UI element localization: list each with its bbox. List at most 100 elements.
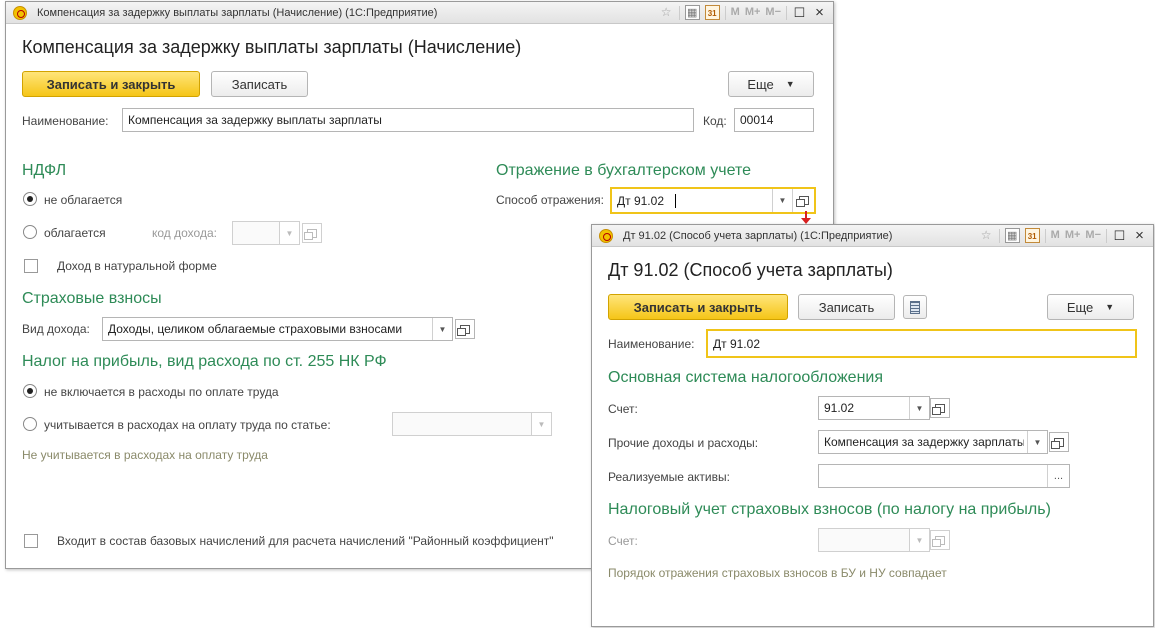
method-open-button[interactable] (792, 189, 814, 212)
chevron-down-icon[interactable]: ▼ (909, 397, 929, 419)
page-title: Компенсация за задержку выплаты зарплаты… (22, 37, 522, 57)
chevron-down-icon[interactable]: ▼ (909, 529, 929, 551)
income-type-field[interactable]: Доходы, целиком облагаемые страховыми вз… (102, 317, 453, 341)
main-tax-heading: Основная система налогообложения (608, 369, 883, 386)
separator (1106, 228, 1107, 243)
popup-titlebar-icons: ☆ ▦ 31 M M+ M− ☐ × (979, 228, 1147, 243)
method-field[interactable]: Дт 91.02 ▼ (610, 187, 816, 214)
chevron-down-icon: ▼ (1105, 302, 1115, 312)
maximize-icon[interactable]: ☐ (1112, 228, 1127, 243)
save-button[interactable]: Записать (211, 71, 308, 97)
save-and-close-button[interactable]: Записать и закрыть (22, 71, 200, 97)
chevron-down-icon[interactable]: ▼ (531, 413, 551, 435)
memory-minus-icon[interactable]: M− (765, 5, 781, 20)
maximize-icon[interactable]: ☐ (792, 5, 807, 20)
not-included-label: не включается в расходы по оплате труда (44, 385, 279, 399)
not-included-radio[interactable] (23, 384, 37, 398)
main-window-title: Компенсация за задержку выплаты зарплаты… (37, 6, 438, 19)
method-value: Дт 91.02 (617, 193, 664, 208)
base-accruals-label: Входит в состав базовых начислений для р… (57, 534, 554, 548)
main-titlebar-icons: ☆ ▦ 31 M M+ M− ☐ × (659, 5, 827, 20)
insurance-account-label: Счет: (608, 534, 638, 548)
popup-save-and-close-button[interactable]: Записать и закрыть (608, 294, 788, 320)
other-income-field[interactable]: Компенсация за задержку зарплаты ▼ (818, 430, 1048, 454)
memory-icon[interactable]: M (731, 5, 740, 20)
open-icon (304, 228, 317, 240)
popup-save-button[interactable]: Записать (798, 294, 895, 320)
other-income-value: Компенсация за задержку зарплаты (824, 435, 1024, 449)
popup-more-label: Еще (1066, 299, 1094, 315)
income-code-field[interactable]: ▼ (232, 221, 300, 245)
memory-icon[interactable]: M (1051, 228, 1060, 243)
list-icon[interactable] (903, 295, 927, 319)
close-icon[interactable]: × (1132, 228, 1147, 243)
red-arrow-icon (801, 211, 811, 225)
account-value: 91.02 (824, 401, 855, 415)
chevron-down-icon[interactable]: ▼ (432, 318, 452, 340)
chevron-down-icon[interactable]: ▼ (772, 189, 792, 212)
account-field[interactable]: 91.02 ▼ (818, 396, 930, 420)
natural-form-label: Доход в натуральной форме (57, 259, 217, 273)
1c-logo-icon (13, 5, 27, 20)
favorite-icon[interactable]: ☆ (979, 228, 994, 243)
insurance-note: Порядок отражения страховых взносов в БУ… (608, 566, 947, 580)
profit-tax-note: Не учитывается в расходах на оплату труд… (22, 448, 268, 462)
ndfl-not-taxed-label: не облагается (44, 193, 123, 207)
popup-window: Дт 91.02 (Способ учета зарплаты) (1С:Пре… (591, 224, 1154, 627)
assets-field[interactable]: ... (818, 464, 1070, 488)
code-field[interactable]: 00014 (734, 108, 814, 132)
income-type-label: Вид дохода: (22, 322, 90, 336)
ndfl-heading: НДФЛ (22, 162, 67, 179)
base-accruals-checkbox[interactable] (24, 534, 38, 548)
popup-name-field[interactable]: Дт 91.02 (706, 329, 1137, 358)
1c-logo-icon (599, 228, 613, 243)
code-label: Код: (703, 114, 727, 128)
close-icon[interactable]: × (812, 5, 827, 20)
popup-name-label: Наименование: (608, 337, 695, 351)
included-label: учитывается в расходах на оплату труда п… (44, 418, 331, 432)
popup-page-title: Дт 91.02 (Способ учета зарплаты) (608, 260, 893, 280)
profit-tax-heading: Налог на прибыль, вид расхода по ст. 255… (22, 353, 387, 370)
insurance-account-open-button[interactable] (930, 530, 950, 550)
separator (678, 5, 680, 20)
open-icon (1051, 437, 1064, 449)
select-ellipsis-button[interactable]: ... (1047, 465, 1069, 487)
open-icon (932, 535, 945, 547)
calendar-icon[interactable]: 31 (704, 5, 720, 20)
open-icon (795, 196, 809, 207)
more-label: Еще (747, 76, 774, 92)
insurance-tax-heading: Налоговый учет страховых взносов (по нал… (608, 501, 1051, 518)
natural-form-checkbox[interactable] (24, 259, 38, 273)
memory-minus-icon[interactable]: M− (1085, 228, 1101, 243)
calculator-icon[interactable]: ▦ (684, 5, 700, 20)
other-income-open-button[interactable] (1049, 432, 1069, 452)
memory-plus-icon[interactable]: M+ (1065, 228, 1081, 243)
popup-window-title: Дт 91.02 (Способ учета зарплаты) (1С:Пре… (623, 229, 893, 242)
income-code-open-button[interactable] (302, 223, 322, 243)
insurance-heading: Страховые взносы (22, 290, 162, 307)
account-open-button[interactable] (930, 398, 950, 418)
method-label: Способ отражения: (496, 193, 604, 207)
memory-plus-icon[interactable]: M+ (745, 5, 761, 20)
income-type-open-button[interactable] (455, 319, 475, 339)
separator (998, 228, 1000, 243)
chevron-down-icon[interactable]: ▼ (279, 222, 299, 244)
other-income-label: Прочие доходы и расходы: (608, 436, 759, 450)
ndfl-taxed-label: облагается (44, 226, 106, 240)
ndfl-taxed-radio[interactable] (23, 225, 37, 239)
expense-article-field[interactable]: ▼ (392, 412, 552, 436)
calendar-icon[interactable]: 31 (1024, 228, 1040, 243)
popup-more-button[interactable]: Еще ▼ (1047, 294, 1134, 320)
separator (1044, 228, 1046, 243)
chevron-down-icon[interactable]: ▼ (1027, 431, 1047, 453)
name-label: Наименование: (22, 114, 109, 128)
list-icon-glyph (910, 300, 920, 314)
favorite-icon[interactable]: ☆ (659, 5, 674, 20)
ndfl-not-taxed-radio[interactable] (23, 192, 37, 206)
name-field[interactable]: Компенсация за задержку выплаты зарплаты (122, 108, 694, 132)
calculator-icon[interactable]: ▦ (1004, 228, 1020, 243)
more-button[interactable]: Еще ▼ (728, 71, 814, 97)
insurance-account-field[interactable]: ▼ (818, 528, 930, 552)
included-radio[interactable] (23, 417, 37, 431)
text-cursor (675, 194, 676, 208)
